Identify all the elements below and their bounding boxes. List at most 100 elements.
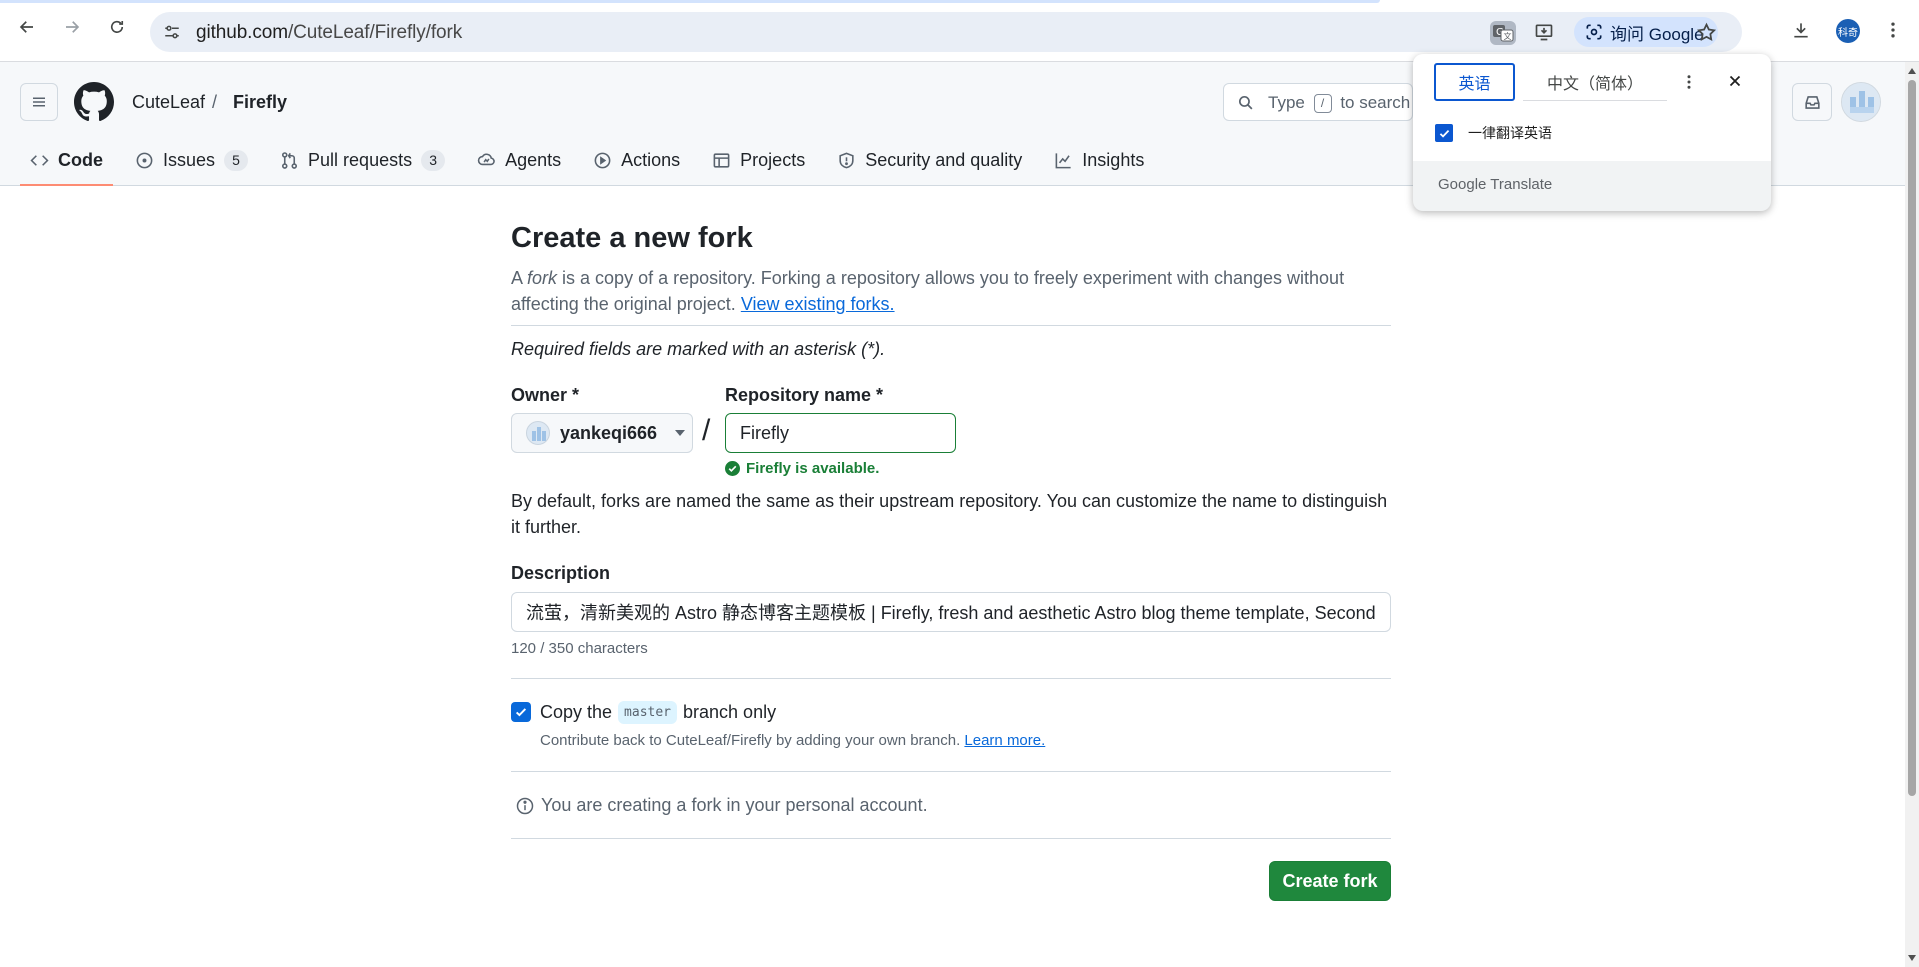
copy-branch-help: Contribute back to CuteLeaf/Firefly by a… [540, 732, 1046, 749]
profile-avatar[interactable]: 科奇 [1836, 19, 1860, 43]
breadcrumb-repo-link[interactable]: Firefly [233, 92, 287, 113]
table-icon [713, 152, 730, 168]
code-icon [30, 154, 49, 166]
owner-name: yankeqi666 [560, 422, 658, 443]
repository-name-help: By default, forks are named the same as … [511, 491, 1388, 537]
browser-toolbar: github.com/CuteLeaf/Firefly/fork G文 询问 G… [0, 0, 1919, 62]
tab-label: Issues [163, 149, 216, 170]
breadcrumb-owner-link[interactable]: CuteLeaf [132, 92, 205, 113]
tab-label: Actions [621, 149, 681, 170]
tab-pull-requests[interactable]: Pull requests 3 [270, 140, 455, 180]
translate-page-icon[interactable]: G文 [1490, 21, 1516, 45]
description-char-count: 120 / 350 characters [511, 640, 648, 657]
source-language-tab[interactable]: 英语 [1434, 63, 1515, 101]
ask-google-label: 询问 Google [1610, 24, 1704, 44]
close-icon[interactable] [1725, 71, 1745, 91]
scroll-down-arrow-icon[interactable] [1908, 955, 1916, 961]
page-title: Create a new fork [511, 222, 753, 254]
user-avatar[interactable] [1841, 82, 1881, 122]
lens-icon [1586, 24, 1602, 40]
owner-label: Owner * [511, 385, 580, 405]
inbox-icon [1804, 95, 1820, 109]
repo-nav-tabs: Code Issues 5 Pull requests 3 Agents Act… [20, 140, 1166, 186]
issue-icon [136, 152, 153, 168]
bookmark-star-icon[interactable] [1694, 21, 1718, 43]
page-scrollbar[interactable] [1905, 62, 1919, 967]
address-bar[interactable]: github.com/CuteLeaf/Firefly/fork G文 询问 G… [150, 12, 1742, 52]
owner-repo-separator: / [702, 414, 711, 447]
required-fields-note: Required fields are marked with an aster… [511, 339, 886, 359]
description-input[interactable] [511, 592, 1391, 632]
availability-text: Firefly is available. [746, 460, 880, 477]
target-language-tab[interactable]: 中文（简体） [1523, 63, 1667, 101]
info-icon [516, 797, 534, 814]
tab-projects[interactable]: Projects [702, 140, 815, 180]
divider [511, 325, 1391, 326]
global-search-input[interactable]: Type / to search [1223, 83, 1413, 121]
copy-default-branch-checkbox[interactable] [511, 702, 531, 722]
tab-insights[interactable]: Insights [1044, 140, 1154, 180]
scrollbar-thumb[interactable] [1908, 80, 1916, 796]
tab-label: Agents [505, 149, 562, 170]
download-icon[interactable] [1789, 18, 1813, 42]
tab-label: Insights [1082, 149, 1145, 170]
personal-account-note: You are creating a fork in your personal… [515, 795, 928, 816]
description-label: Description [511, 563, 611, 583]
hamburger-icon [33, 97, 45, 107]
shield-icon [839, 152, 854, 168]
branch-name-chip: master [618, 701, 678, 724]
issues-count-badge: 5 [224, 149, 249, 171]
check-icon [1439, 129, 1449, 138]
tab-strip-accent [0, 0, 1380, 3]
back-icon[interactable] [14, 14, 40, 40]
tab-code[interactable]: Code [20, 140, 113, 186]
check-circle-icon [725, 461, 740, 476]
owner-select[interactable]: yankeqi666 [511, 413, 693, 453]
create-fork-button[interactable]: Create fork [1269, 861, 1391, 901]
tab-issues[interactable]: Issues 5 [125, 140, 258, 180]
search-placeholder: Type / to search [1268, 93, 1411, 113]
divider [511, 678, 1391, 679]
copy-branch-label[interactable]: Copy the master branch only [540, 701, 776, 724]
svg-text:文: 文 [1504, 31, 1512, 41]
reload-icon[interactable] [104, 14, 130, 40]
scroll-up-arrow-icon[interactable] [1908, 68, 1916, 74]
chrome-menu-icon[interactable] [1881, 18, 1905, 42]
agents-icon [477, 152, 495, 165]
pull-requests-count-badge: 3 [421, 149, 446, 171]
tab-agents[interactable]: Agents [467, 140, 571, 180]
open-global-nav-button[interactable] [20, 83, 58, 121]
personal-note-text: You are creating a fork in your personal… [541, 795, 928, 815]
play-icon [594, 152, 611, 168]
tab-label: Security and quality [865, 149, 1023, 170]
forward-icon[interactable] [59, 14, 85, 40]
google-translate-popup: 英语 中文（简体） 一律翻译英语 Google Translate [1413, 54, 1771, 211]
availability-message: Firefly is available. [725, 460, 879, 477]
tab-label: Projects [740, 149, 806, 170]
search-icon [1238, 95, 1253, 110]
owner-avatar [526, 421, 550, 445]
check-icon [515, 708, 527, 717]
site-info-icon[interactable] [163, 23, 181, 41]
install-app-icon[interactable] [1532, 21, 1556, 43]
fork-intro-text: A fork is a copy of a repository. Forkin… [511, 268, 1345, 314]
view-existing-forks-link[interactable]: View existing forks. [741, 294, 895, 314]
always-translate-label[interactable]: 一律翻译英语 [1468, 123, 1552, 143]
translate-options-icon[interactable] [1679, 72, 1699, 92]
github-logo-icon[interactable] [74, 82, 114, 122]
pull-request-icon [282, 151, 298, 169]
repository-name-input[interactable] [725, 413, 956, 453]
translate-popup-body: 英语 中文（简体） 一律翻译英语 [1413, 54, 1771, 161]
divider [511, 771, 1391, 772]
url-text: github.com/CuteLeaf/Firefly/fork [196, 22, 463, 43]
learn-more-link[interactable]: Learn more. [964, 732, 1045, 749]
tab-actions[interactable]: Actions [583, 140, 690, 180]
always-translate-checkbox[interactable] [1435, 124, 1453, 142]
divider [511, 838, 1391, 839]
copy-suffix-text: branch only [683, 702, 777, 722]
google-translate-brand: Google Translate [1438, 176, 1553, 193]
breadcrumb-separator: / [212, 92, 218, 112]
notifications-button[interactable] [1792, 83, 1832, 121]
tab-label: Pull requests [308, 149, 413, 170]
tab-security-and-quality[interactable]: Security and quality [827, 140, 1032, 180]
